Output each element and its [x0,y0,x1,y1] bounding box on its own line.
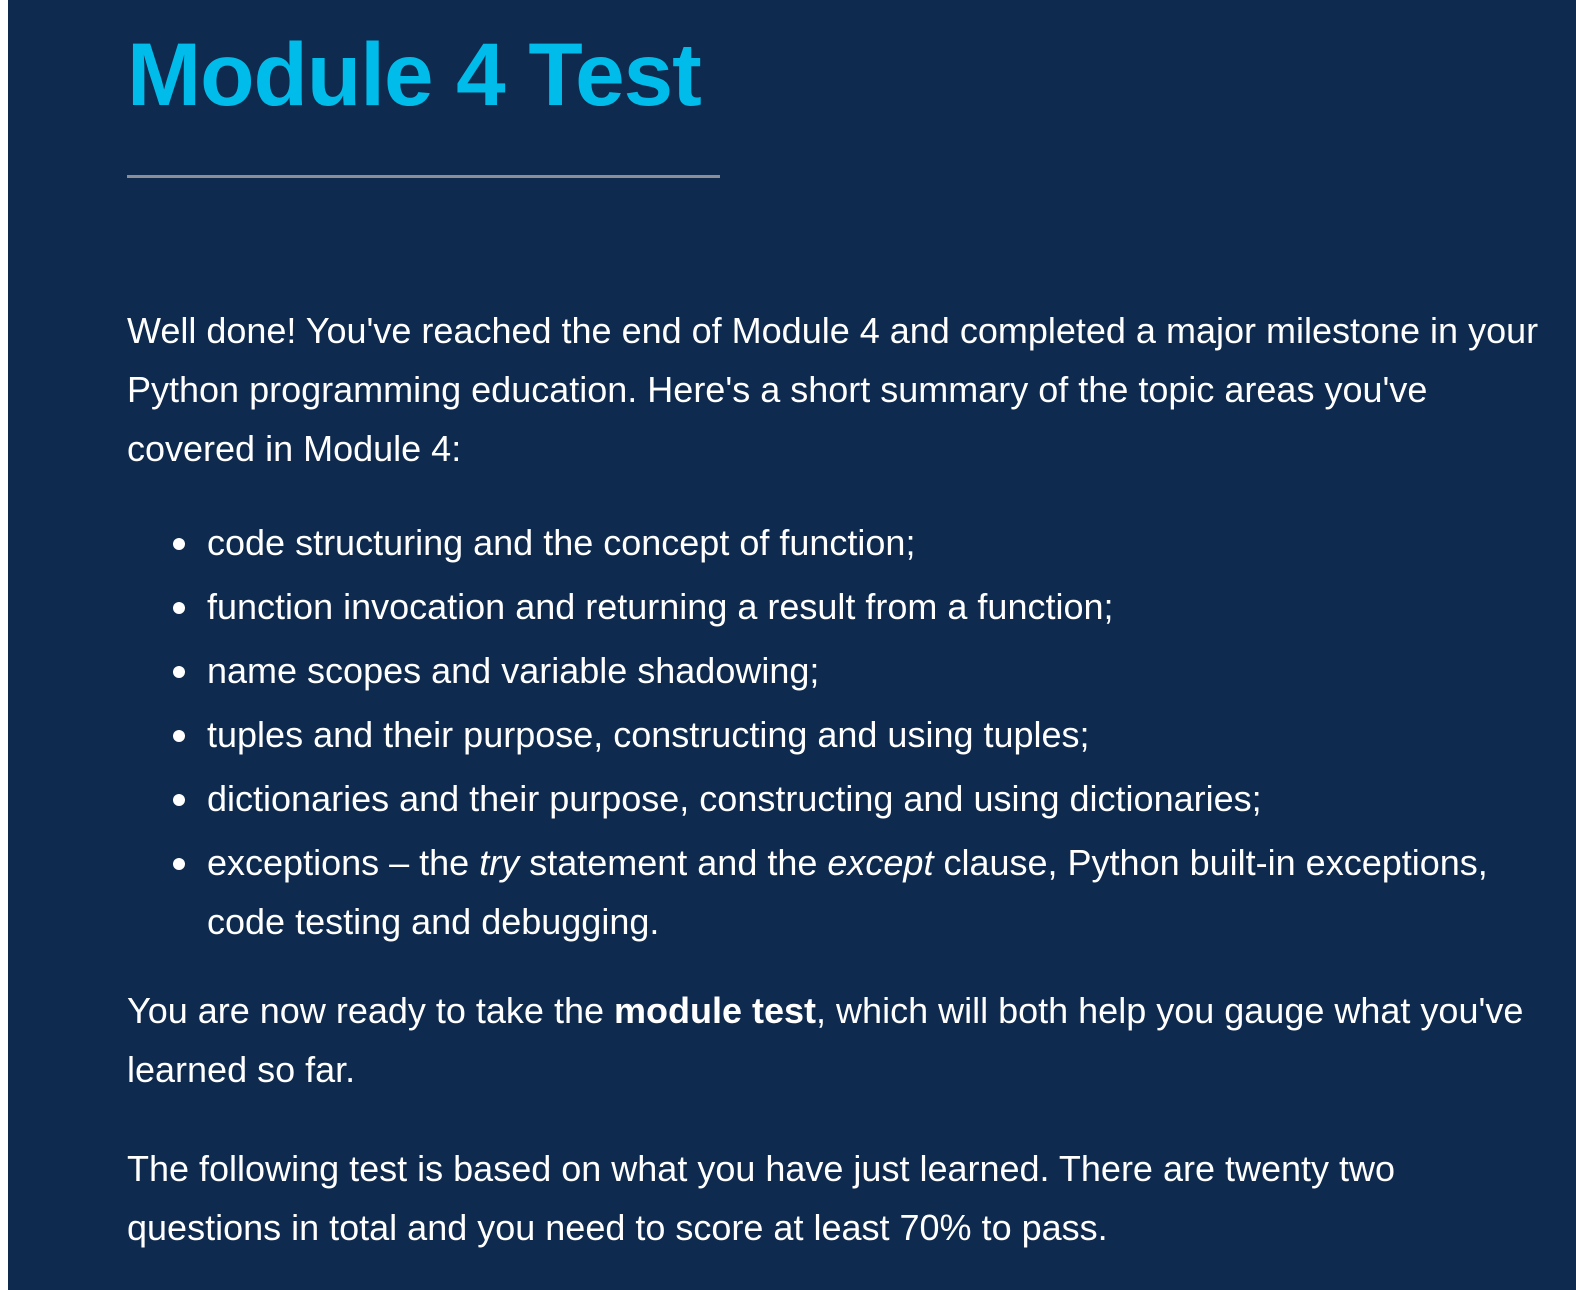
list-item: name scopes and variable shadowing; [173,641,1557,700]
bullet-icon [173,666,185,678]
topic-text: dictionaries and their purpose, construc… [207,778,1262,819]
topic-text: exceptions – the [207,842,480,883]
module-panel: Module 4 Test Well done! You've reached … [8,0,1576,1290]
module-content: Module 4 Test Well done! You've reached … [127,0,1557,1257]
list-item: dictionaries and their purpose, construc… [173,769,1557,828]
title-divider [127,175,720,178]
list-item: function invocation and returning a resu… [173,577,1557,636]
bullet-icon [173,602,185,614]
topic-text: code structuring and the concept of func… [207,522,916,563]
topic-text: name scopes and variable shadowing; [207,650,820,691]
topic-text: statement and the [519,842,828,883]
list-item: exceptions – the try statement and the e… [173,833,1557,951]
test-info-paragraph: The following test is based on what you … [127,1148,1396,1248]
module-test-emphasis: module test [614,990,817,1031]
bullet-icon [173,538,185,550]
page-title: Module 4 Test [127,24,702,124]
ready-text: You are now ready to take the [127,990,615,1031]
try-keyword: try [479,842,520,883]
bullet-icon [173,794,185,806]
topic-text: tuples and their purpose, constructing a… [207,714,1090,755]
bullet-icon [173,858,185,870]
list-item: tuples and their purpose, constructing a… [173,705,1557,764]
bullet-icon [173,730,185,742]
except-keyword: except [827,842,934,883]
topic-text: function invocation and returning a resu… [207,586,1114,627]
ready-paragraph: You are now ready to take the module tes… [127,981,1557,1099]
topic-list: code structuring and the concept of func… [127,513,1557,951]
list-item: code structuring and the concept of func… [173,513,1557,572]
intro-paragraph: Well done! You've reached the end of Mod… [127,310,1539,469]
